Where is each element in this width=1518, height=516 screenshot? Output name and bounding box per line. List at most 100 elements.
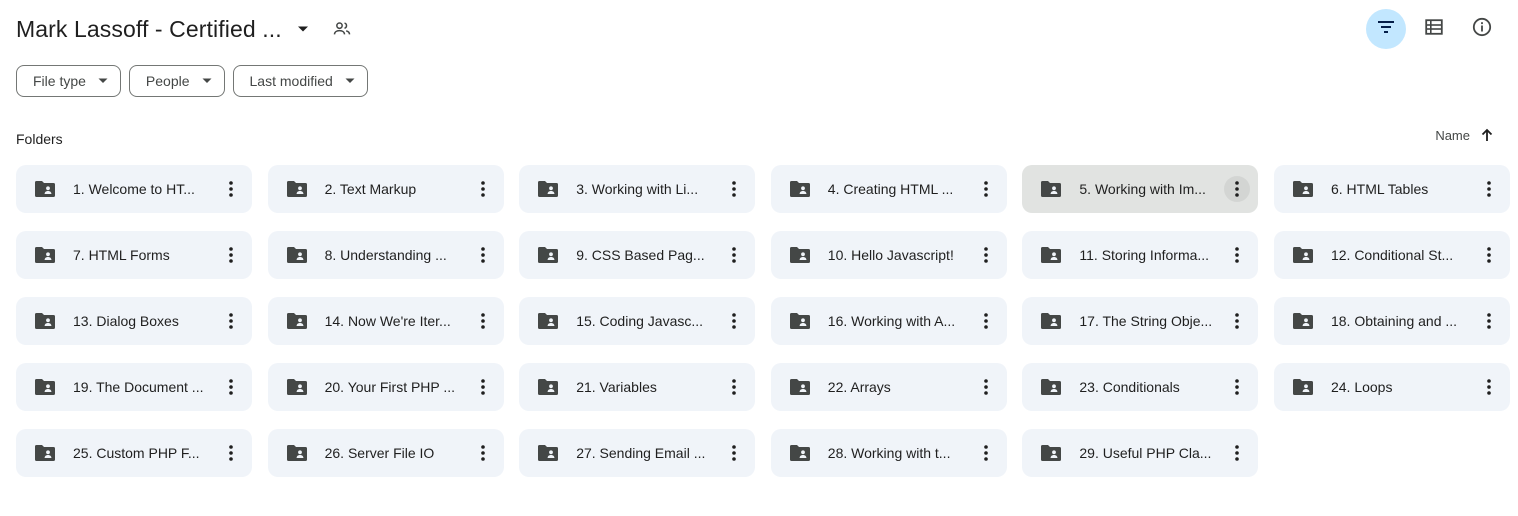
folder-item[interactable]: 6. HTML Tables [1273, 165, 1510, 213]
more-actions-icon[interactable] [973, 374, 999, 400]
more-actions-icon[interactable] [1224, 374, 1250, 400]
folder-name: 14. Now We're Iter... [324, 313, 451, 329]
arrow-drop-down-icon [202, 78, 212, 84]
arrow-drop-down-icon [345, 78, 355, 84]
folder-item[interactable]: 9. CSS Based Pag... [519, 231, 756, 279]
folder-item[interactable]: 25. Custom PHP F... [16, 429, 252, 477]
folder-item[interactable]: 14. Now We're Iter... [267, 297, 504, 345]
folder-item[interactable]: 8. Understanding ... [267, 231, 504, 279]
more-actions-icon[interactable] [470, 374, 496, 400]
more-actions-icon[interactable] [1476, 176, 1502, 202]
shared-folder-icon [1292, 178, 1314, 200]
file-type-filter[interactable]: File type [16, 65, 121, 97]
more-actions-icon[interactable] [721, 308, 747, 334]
folder-item[interactable]: 26. Server File IO [267, 429, 504, 477]
more-actions-icon[interactable] [218, 440, 244, 466]
folder-name: 3. Working with Li... [576, 181, 699, 197]
page-title[interactable]: Mark Lassoff - Certified ... [16, 16, 282, 43]
folder-item[interactable]: 4. Creating HTML ... [770, 165, 1007, 213]
more-actions-icon[interactable] [470, 242, 496, 268]
folder-item[interactable]: 3. Working with Li... [519, 165, 756, 213]
shared-folder-icon [34, 310, 56, 332]
folder-item[interactable]: 29. Useful PHP Cla... [1022, 429, 1259, 477]
more-actions-icon[interactable] [470, 308, 496, 334]
more-actions-icon[interactable] [218, 308, 244, 334]
folder-item[interactable]: 13. Dialog Boxes [16, 297, 252, 345]
folder-name: 9. CSS Based Pag... [576, 247, 705, 263]
shared-folder-icon [789, 310, 811, 332]
folder-item[interactable]: 28. Working with t... [770, 429, 1007, 477]
arrow-upward-icon[interactable] [1480, 128, 1494, 142]
sort-by-name-button[interactable]: Name [1435, 124, 1494, 146]
more-actions-icon[interactable] [470, 440, 496, 466]
more-actions-icon[interactable] [721, 440, 747, 466]
folder-item[interactable]: 17. The String Obje... [1022, 297, 1259, 345]
more-actions-icon[interactable] [218, 176, 244, 202]
list-view-button[interactable] [1414, 9, 1454, 49]
details-button[interactable] [1462, 9, 1502, 49]
shared-folder-icon [286, 244, 308, 266]
folder-item[interactable]: 18. Obtaining and ... [1273, 297, 1510, 345]
folder-item[interactable]: 7. HTML Forms [16, 231, 252, 279]
folder-item[interactable]: 12. Conditional St... [1273, 231, 1510, 279]
more-actions-icon[interactable] [1224, 176, 1251, 202]
list-view-icon [1425, 18, 1443, 40]
shared-folder-icon [1040, 178, 1062, 200]
people-filter[interactable]: People [128, 65, 225, 97]
folder-item[interactable]: 23. Conditionals [1022, 363, 1259, 411]
shared-folder-icon [789, 244, 811, 266]
shared-folder-icon [34, 244, 56, 266]
folder-item[interactable]: 19. The Document ... [16, 363, 252, 411]
more-actions-icon[interactable] [1476, 242, 1502, 268]
view-actions [1366, 9, 1502, 49]
folder-name: 28. Working with t... [827, 445, 951, 461]
folder-item[interactable]: 27. Sending Email ... [519, 429, 756, 477]
last-modified-filter[interactable]: Last modified [232, 65, 368, 97]
shared-people-icon[interactable] [330, 17, 354, 41]
shared-folder-icon [537, 442, 559, 464]
more-actions-icon[interactable] [721, 374, 747, 400]
folder-item[interactable]: 5. Working with Im... [1022, 165, 1259, 213]
folder-item[interactable]: 15. Coding Javasc... [519, 297, 756, 345]
people-filter-label: People [145, 73, 190, 89]
more-actions-icon[interactable] [1224, 242, 1250, 268]
file-type-filter-label: File type [33, 73, 86, 89]
more-actions-icon[interactable] [973, 308, 999, 334]
more-actions-icon[interactable] [218, 242, 244, 268]
more-actions-icon[interactable] [973, 176, 999, 202]
more-actions-icon[interactable] [1224, 440, 1250, 466]
more-actions-icon[interactable] [721, 242, 747, 268]
folder-name: 11. Storing Informa... [1079, 247, 1210, 263]
shared-folder-icon [1040, 244, 1062, 266]
shared-folder-icon [537, 244, 559, 266]
filter-button[interactable] [1366, 9, 1406, 49]
shared-folder-icon [286, 442, 308, 464]
folder-name: 20. Your First PHP ... [324, 379, 456, 395]
folder-name: 12. Conditional St... [1330, 247, 1454, 263]
folder-item[interactable]: 20. Your First PHP ... [267, 363, 504, 411]
folder-item[interactable]: 24. Loops [1273, 363, 1510, 411]
arrow-drop-down-icon[interactable] [294, 20, 312, 38]
folder-item[interactable]: 2. Text Markup [267, 165, 504, 213]
more-actions-icon[interactable] [1476, 308, 1502, 334]
folder-name: 24. Loops [1330, 379, 1393, 395]
arrow-drop-down-icon [98, 78, 108, 84]
more-actions-icon[interactable] [973, 242, 999, 268]
shared-folder-icon [789, 442, 811, 464]
more-actions-icon[interactable] [1476, 374, 1502, 400]
folder-item[interactable]: 10. Hello Javascript! [770, 231, 1007, 279]
more-actions-icon[interactable] [470, 176, 496, 202]
more-actions-icon[interactable] [218, 374, 244, 400]
folder-item[interactable]: 21. Variables [519, 363, 756, 411]
folder-item[interactable]: 16. Working with A... [770, 297, 1007, 345]
folder-item[interactable]: 22. Arrays [770, 363, 1007, 411]
shared-folder-icon [537, 310, 559, 332]
folder-name: 10. Hello Javascript! [827, 247, 954, 263]
more-actions-icon[interactable] [973, 440, 999, 466]
folder-item[interactable]: 11. Storing Informa... [1022, 231, 1259, 279]
shared-folder-icon [286, 178, 308, 200]
more-actions-icon[interactable] [721, 176, 747, 202]
shared-folder-icon [34, 376, 56, 398]
more-actions-icon[interactable] [1224, 308, 1250, 334]
folder-item[interactable]: 1. Welcome to HT... [16, 165, 252, 213]
